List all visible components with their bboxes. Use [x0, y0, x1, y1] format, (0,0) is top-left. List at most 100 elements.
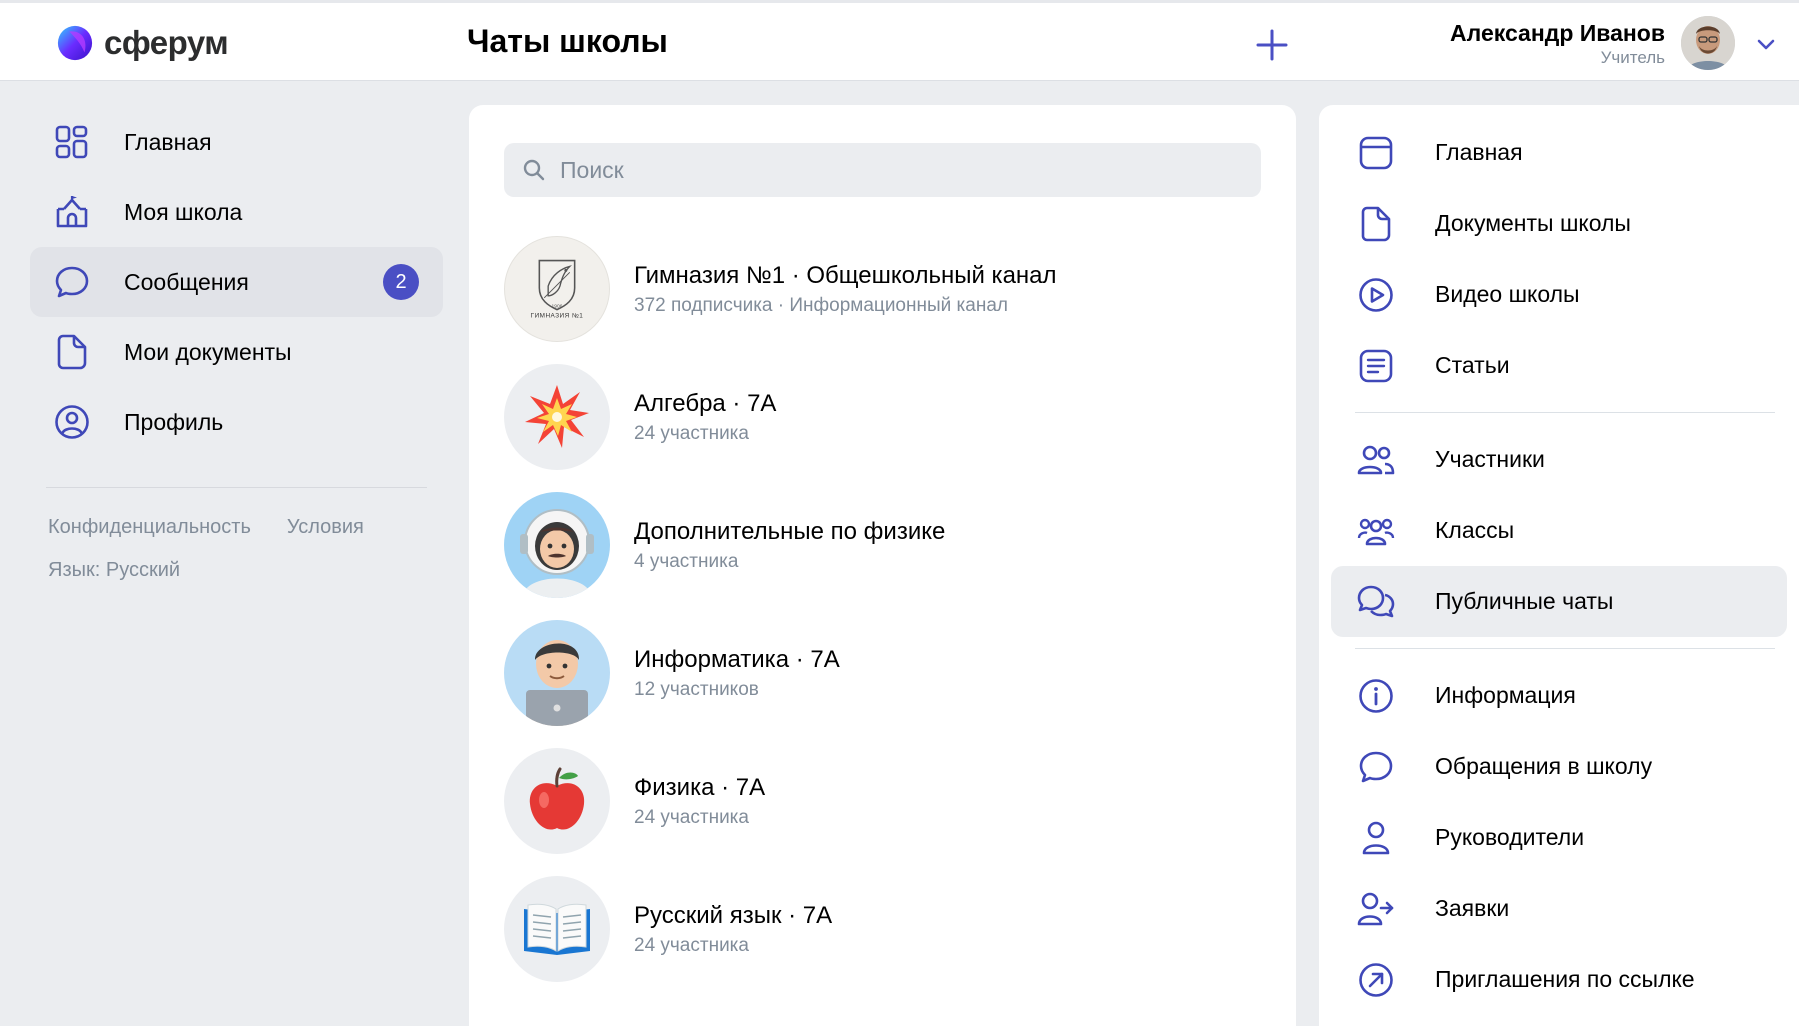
left-sidebar: Главная Моя школа Сообщения 2 Мои докуме…	[30, 107, 443, 582]
user-name: Александр Иванов	[1450, 20, 1665, 46]
menu-item-applications[interactable]: Заявки	[1331, 873, 1787, 944]
terms-link[interactable]: Условия	[287, 516, 364, 539]
search-field[interactable]	[504, 143, 1261, 197]
school-icon	[54, 194, 90, 230]
menu-item-managers[interactable]: Руководители	[1331, 802, 1787, 873]
gym-logo-year: 1906	[552, 304, 563, 310]
chat-title: Информатика · 7А	[634, 645, 840, 673]
grid-icon	[54, 124, 90, 160]
chat-list-item[interactable]: 1906 ГИМНАЗИЯ №1 Гимназия №1 · Общешколь…	[504, 225, 1261, 353]
privacy-link[interactable]: Конфиденциальность	[48, 516, 251, 539]
language-selector[interactable]: Язык: Русский	[48, 559, 443, 582]
sidebar-item-home[interactable]: Главная	[30, 107, 443, 177]
chat-list-item[interactable]: Русский язык · 7А 24 участника	[504, 865, 1261, 993]
menu-item-articles[interactable]: Статьи	[1331, 330, 1787, 401]
sidebar-divider	[46, 487, 427, 488]
open-book-emoji-icon	[504, 876, 610, 982]
menu-item-label: Видео школы	[1435, 281, 1580, 307]
technologist-emoji-icon	[504, 620, 610, 726]
apple-emoji-icon	[504, 748, 610, 854]
page-title: Чаты школы	[467, 23, 668, 59]
sferum-logo-icon	[57, 25, 93, 61]
menu-item-label: Классы	[1435, 517, 1515, 543]
chat-title: Алгебра · 7А	[634, 389, 777, 417]
chat-title: Физика · 7А	[634, 773, 766, 801]
sidebar-item-my-documents[interactable]: Мои документы	[30, 317, 443, 387]
sidebar-item-label: Моя школа	[124, 198, 243, 225]
menu-divider	[1355, 648, 1775, 649]
search-input[interactable]	[560, 156, 1240, 184]
footer-links: Конфиденциальность Условия	[48, 516, 443, 539]
menu-item-label: Документы школы	[1435, 210, 1631, 236]
avatar[interactable]	[1681, 16, 1735, 70]
menu-divider	[1355, 412, 1775, 413]
user-role: Учитель	[1600, 48, 1665, 67]
school-menu-panel: Главная Документы школы Видео школы Стат…	[1319, 105, 1799, 1026]
add-chat-button[interactable]	[1252, 25, 1292, 65]
menu-item-classes[interactable]: Классы	[1331, 495, 1787, 566]
top-header: сферум Чаты школы Александр Иванов Учите…	[0, 0, 1799, 81]
chat-subtitle: 372 подписчика · Информационный канал	[634, 294, 1008, 316]
menu-item-link-invites[interactable]: Приглашения по ссылке	[1331, 944, 1787, 1015]
unread-count-badge: 2	[383, 264, 419, 300]
chat-list-item[interactable]: Информатика · 7А 12 участников	[504, 609, 1261, 737]
chat-bubble-icon	[1357, 748, 1395, 786]
menu-item-school-videos[interactable]: Видео школы	[1331, 259, 1787, 330]
user-arrow-icon	[1357, 890, 1395, 928]
chat-subtitle: 24 участника	[634, 806, 749, 828]
window-icon	[1357, 134, 1395, 172]
arrow-circle-icon	[1357, 961, 1395, 999]
menu-item-members[interactable]: Участники	[1331, 424, 1787, 495]
sidebar-item-messages[interactable]: Сообщения 2	[30, 247, 443, 317]
chat-list-item[interactable]: Алгебра · 7А 24 участника	[504, 353, 1261, 481]
menu-item-label: Руководители	[1435, 824, 1585, 850]
chat-list-item[interactable]: Дополнительные по физике 4 участника	[504, 481, 1261, 609]
menu-item-label: Информация	[1435, 682, 1576, 708]
menu-item-school-documents[interactable]: Документы школы	[1331, 188, 1787, 259]
menu-item-label: Публичные чаты	[1435, 588, 1614, 614]
play-circle-icon	[1357, 276, 1395, 314]
search-icon	[523, 159, 545, 181]
person-icon	[1357, 819, 1395, 857]
astronaut-emoji-icon	[504, 492, 610, 598]
menu-item-school-requests[interactable]: Обращения в школу	[1331, 731, 1787, 802]
menu-item-home[interactable]: Главная	[1331, 117, 1787, 188]
chevron-down-icon[interactable]	[1755, 33, 1777, 55]
menu-item-label: Участники	[1435, 446, 1545, 472]
user-menu[interactable]: Александр Иванов Учитель	[1450, 3, 1799, 84]
chat-title: Гимназия №1 · Общешкольный канал	[634, 261, 1057, 289]
classes-icon	[1357, 512, 1395, 550]
gymnasium-logo-icon: 1906 ГИМНАЗИЯ №1	[504, 236, 610, 342]
sidebar-item-label: Главная	[124, 128, 212, 155]
document-icon	[1357, 205, 1395, 243]
plus-icon	[1256, 29, 1288, 61]
sidebar-item-label: Мои документы	[124, 338, 292, 365]
gym-logo-text: ГИМНАЗИЯ №1	[531, 312, 584, 319]
chat-title: Дополнительные по физике	[634, 517, 946, 545]
sidebar-item-label: Профиль	[124, 408, 224, 435]
chat-subtitle: 4 участника	[634, 550, 739, 572]
chat-bubble-icon	[54, 264, 90, 300]
menu-item-label: Главная	[1435, 139, 1523, 165]
menu-item-label: Обращения в школу	[1435, 753, 1653, 779]
chat-subtitle: 24 участника	[634, 422, 749, 444]
menu-item-label: Приглашения по ссылке	[1435, 966, 1695, 992]
chats-icon	[1357, 583, 1395, 621]
menu-item-label: Заявки	[1435, 895, 1510, 921]
logo-text: сферум	[104, 24, 229, 61]
sferum-logo[interactable]: сферум	[56, 23, 229, 63]
chat-title: Русский язык · 7А	[634, 901, 833, 929]
menu-item-public-chats[interactable]: Публичные чаты	[1331, 566, 1787, 637]
chat-list: 1906 ГИМНАЗИЯ №1 Гимназия №1 · Общешколь…	[504, 225, 1261, 993]
users-icon	[1357, 441, 1395, 479]
chat-list-item[interactable]: Физика · 7А 24 участника	[504, 737, 1261, 865]
menu-item-information[interactable]: Информация	[1331, 660, 1787, 731]
menu-item-label: Статьи	[1435, 352, 1510, 378]
sidebar-item-profile[interactable]: Профиль	[30, 387, 443, 457]
profile-icon	[54, 404, 90, 440]
chat-subtitle: 24 участника	[634, 934, 749, 956]
user-photo-icon	[1681, 16, 1735, 70]
school-chats-panel: 1906 ГИМНАЗИЯ №1 Гимназия №1 · Общешколь…	[469, 105, 1296, 1026]
info-icon	[1357, 677, 1395, 715]
sidebar-item-my-school[interactable]: Моя школа	[30, 177, 443, 247]
